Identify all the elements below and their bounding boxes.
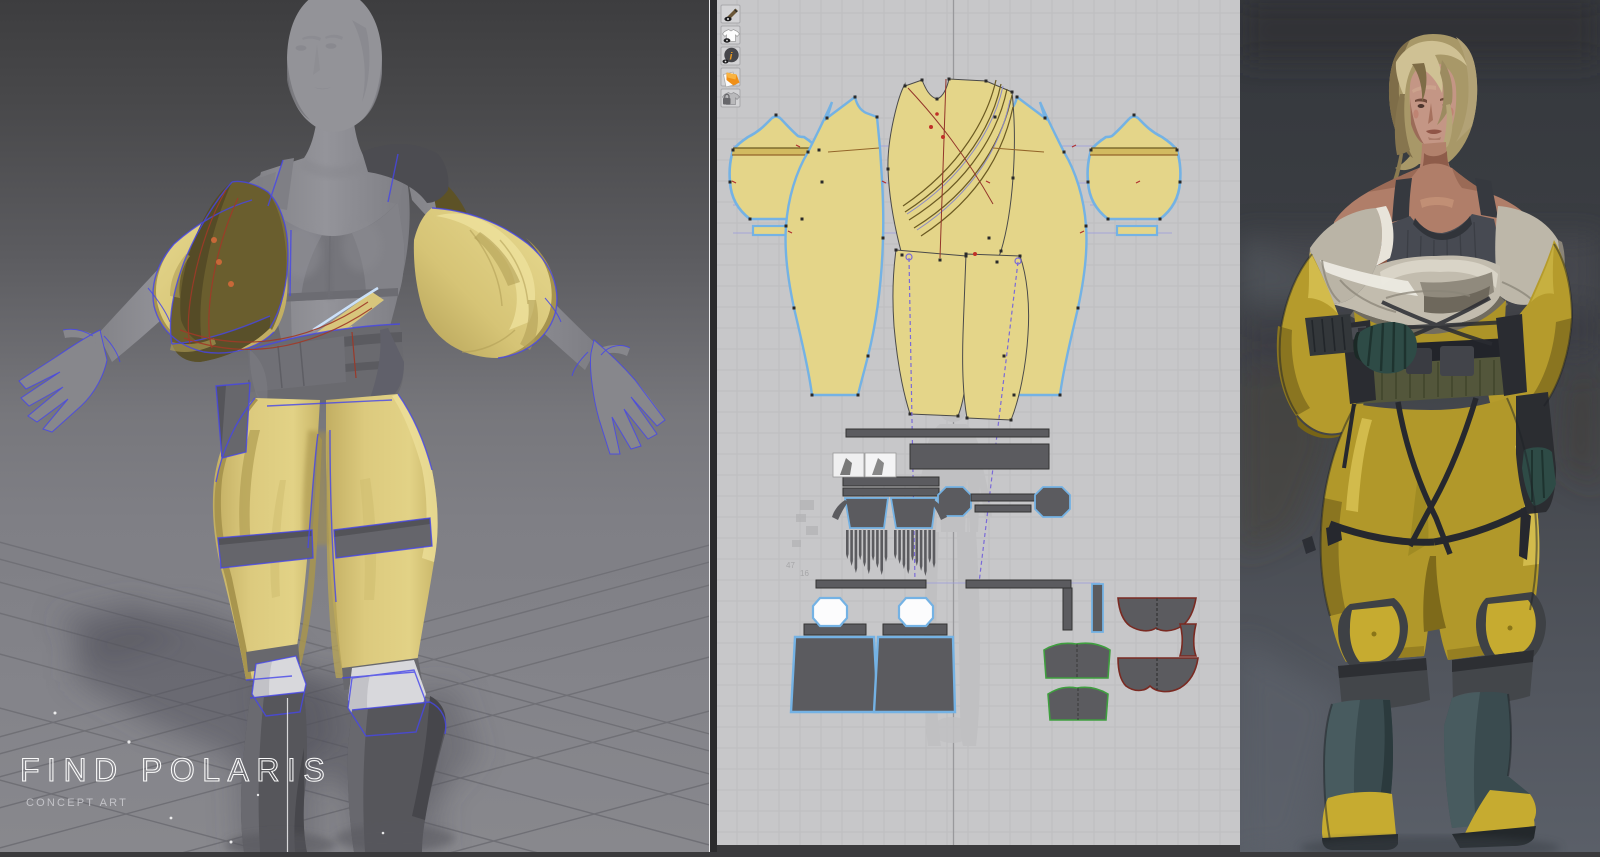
svg-text:16: 16 (800, 569, 809, 578)
svg-text:47: 47 (786, 561, 795, 570)
svg-text:FIND POLARIS: FIND POLARIS (20, 752, 332, 788)
svg-text:CONCEPT ART: CONCEPT ART (26, 797, 128, 809)
